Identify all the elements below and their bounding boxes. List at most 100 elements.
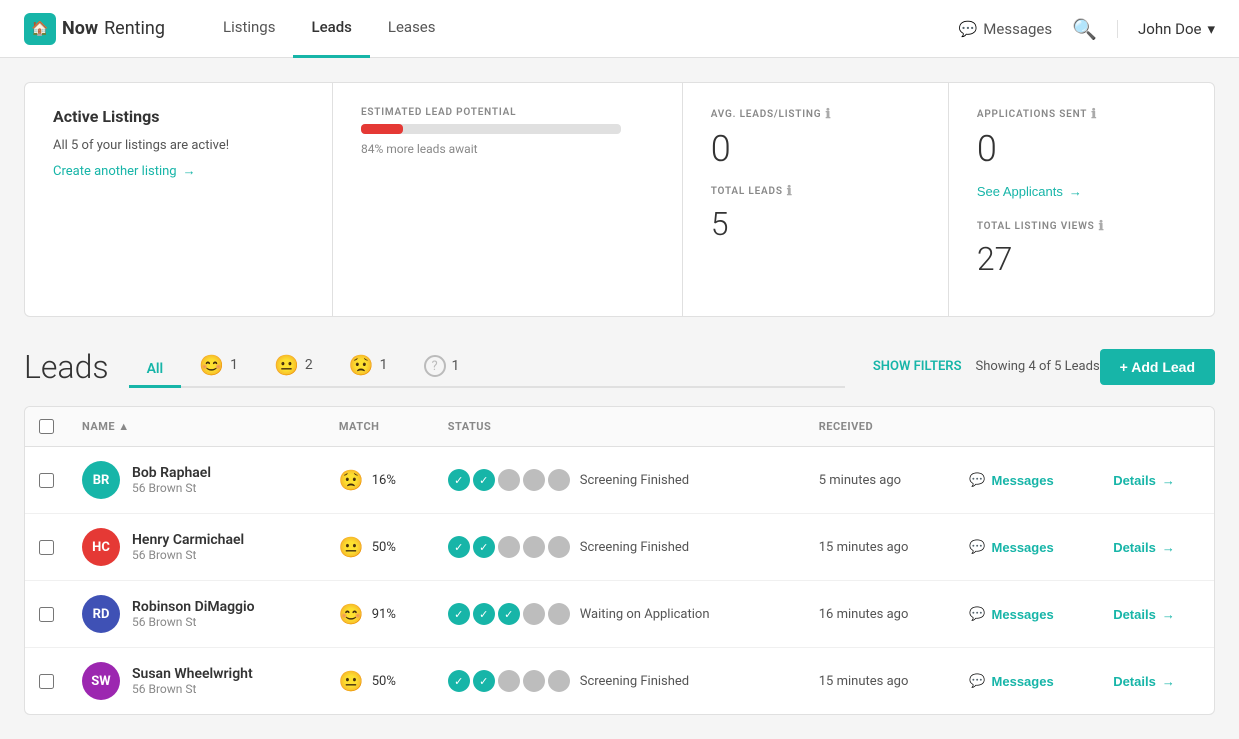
row-messages-1[interactable]: 💬 Messages	[955, 514, 1099, 581]
tab-question-count: 1	[452, 358, 460, 374]
tab-question[interactable]: ? 1	[406, 347, 478, 388]
details-button-0[interactable]: Details →	[1113, 473, 1175, 488]
row-details-1[interactable]: Details →	[1099, 514, 1214, 581]
see-applicants-button[interactable]: See Applicants →	[977, 184, 1082, 199]
row-match-2: 😊 91%	[325, 581, 434, 648]
row-details-0[interactable]: Details →	[1099, 447, 1214, 514]
logo-text-light: Renting	[104, 18, 165, 39]
messages-button-1[interactable]: 💬 Messages	[969, 539, 1053, 555]
step-dot-gray-2-3	[523, 603, 545, 625]
row-received-2: 16 minutes ago	[805, 581, 956, 648]
messages-button-3[interactable]: 💬 Messages	[969, 673, 1053, 689]
tab-happy-count: 1	[230, 357, 238, 373]
row-details-3[interactable]: Details →	[1099, 648, 1214, 715]
see-applicants-label: See Applicants	[977, 184, 1063, 199]
tab-neutral-count: 2	[305, 357, 313, 373]
status-steps-1: ✓✓	[448, 536, 570, 558]
lead-name-0: Bob Raphael	[132, 465, 211, 481]
row-checkbox-0[interactable]	[25, 447, 68, 514]
table-row: BR Bob Raphael 56 Brown St 😟 16% ✓✓ Scre…	[25, 447, 1214, 514]
row-status-2: ✓✓✓ Waiting on Application	[434, 581, 805, 648]
row-select-checkbox-0[interactable]	[39, 473, 54, 488]
col-details	[1099, 407, 1214, 447]
select-all-checkbox[interactable]	[39, 419, 54, 434]
col-checkbox	[25, 407, 68, 447]
tab-sad-count: 1	[380, 357, 388, 373]
step-dot-check-0-1: ✓	[473, 469, 495, 491]
avg-leads-label: AVG. LEADS/LISTING ℹ	[711, 107, 920, 122]
create-listing-link[interactable]: Create another listing →	[53, 163, 304, 179]
avatar-3: SW	[82, 662, 120, 700]
row-messages-0[interactable]: 💬 Messages	[955, 447, 1099, 514]
row-select-checkbox-2[interactable]	[39, 607, 54, 622]
chevron-down-icon: ▾	[1207, 20, 1215, 38]
messages-label-1: Messages	[992, 540, 1054, 555]
status-steps-0: ✓✓	[448, 469, 570, 491]
details-button-3[interactable]: Details →	[1113, 674, 1175, 689]
row-select-checkbox-3[interactable]	[39, 674, 54, 689]
nav-leases[interactable]: Leases	[370, 0, 454, 58]
row-name-0: BR Bob Raphael 56 Brown St	[68, 447, 325, 514]
row-select-checkbox-1[interactable]	[39, 540, 54, 555]
lead-potential-fill	[361, 124, 403, 134]
nav-right: 💬 Messages 🔍 John Doe ▾	[959, 17, 1215, 41]
status-label-2: Waiting on Application	[580, 607, 710, 622]
details-button-1[interactable]: Details →	[1113, 540, 1175, 555]
row-received-3: 15 minutes ago	[805, 648, 956, 715]
step-dot-check-3-0: ✓	[448, 670, 470, 692]
tab-neutral[interactable]: 😐 2	[256, 345, 331, 388]
search-icon[interactable]: 🔍	[1072, 17, 1097, 41]
messages-label-3: Messages	[992, 674, 1054, 689]
arrow-right-icon-1: →	[1162, 540, 1175, 555]
status-label-3: Screening Finished	[580, 674, 689, 689]
row-checkbox-3[interactable]	[25, 648, 68, 715]
logo[interactable]: 🏠 NowRenting	[24, 13, 165, 45]
details-button-2[interactable]: Details →	[1113, 607, 1175, 622]
active-listings-section: Active Listings All 5 of your listings a…	[25, 83, 333, 316]
step-dot-check-1-1: ✓	[473, 536, 495, 558]
tab-sad[interactable]: 😟 1	[331, 345, 406, 388]
row-checkbox-1[interactable]	[25, 514, 68, 581]
nav-leads[interactable]: Leads	[293, 0, 369, 58]
neutral-face-icon: 😐	[339, 535, 364, 559]
row-match-0: 😟 16%	[325, 447, 434, 514]
row-messages-2[interactable]: 💬 Messages	[955, 581, 1099, 648]
chat-icon-3: 💬	[969, 673, 985, 689]
tab-happy[interactable]: 😊 1	[181, 345, 256, 388]
status-label-0: Screening Finished	[580, 473, 689, 488]
lead-potential-bar	[361, 124, 621, 134]
messages-nav[interactable]: 💬 Messages	[959, 20, 1053, 38]
total-leads-info-icon: ℹ	[787, 184, 793, 199]
add-lead-button[interactable]: + Add Lead	[1100, 349, 1215, 385]
row-details-2[interactable]: Details →	[1099, 581, 1214, 648]
row-checkbox-2[interactable]	[25, 581, 68, 648]
stats-card: Active Listings All 5 of your listings a…	[24, 82, 1215, 317]
row-messages-3[interactable]: 💬 Messages	[955, 648, 1099, 715]
lead-address-3: 56 Brown St	[132, 682, 253, 696]
avg-leads-info-icon: ℹ	[825, 107, 831, 122]
user-menu[interactable]: John Doe ▾	[1117, 20, 1215, 38]
messages-button-2[interactable]: 💬 Messages	[969, 606, 1053, 622]
step-dot-gray-3-2	[498, 670, 520, 692]
messages-button-0[interactable]: 💬 Messages	[969, 472, 1053, 488]
avg-leads-value: 0	[711, 128, 920, 170]
neutral-face-icon: 😐	[274, 353, 299, 377]
col-name[interactable]: NAME ▲	[68, 407, 325, 447]
step-dot-check-0-0: ✓	[448, 469, 470, 491]
user-name: John Doe	[1138, 20, 1201, 38]
step-dot-gray-0-4	[548, 469, 570, 491]
arrow-right-icon: →	[1069, 184, 1082, 199]
step-dot-check-2-0: ✓	[448, 603, 470, 625]
sad-face-icon: 😟	[349, 353, 374, 377]
showing-text: Showing 4 of 5 Leads	[976, 359, 1100, 374]
show-filters-button[interactable]: SHOW FILTERS	[873, 359, 962, 374]
status-steps-3: ✓✓	[448, 670, 570, 692]
tab-all[interactable]: All	[129, 353, 182, 388]
views-info-icon: ℹ	[1099, 219, 1105, 234]
total-listing-views-label: TOTAL LISTING VIEWS ℹ	[977, 219, 1186, 234]
nav-listings[interactable]: Listings	[205, 0, 293, 58]
total-leads-label: TOTAL LEADS ℹ	[711, 184, 920, 199]
match-pct-3: 50%	[372, 674, 396, 689]
avg-leads-section: AVG. LEADS/LISTING ℹ 0 TOTAL LEADS ℹ 5	[683, 83, 949, 316]
row-status-0: ✓✓ Screening Finished	[434, 447, 805, 514]
